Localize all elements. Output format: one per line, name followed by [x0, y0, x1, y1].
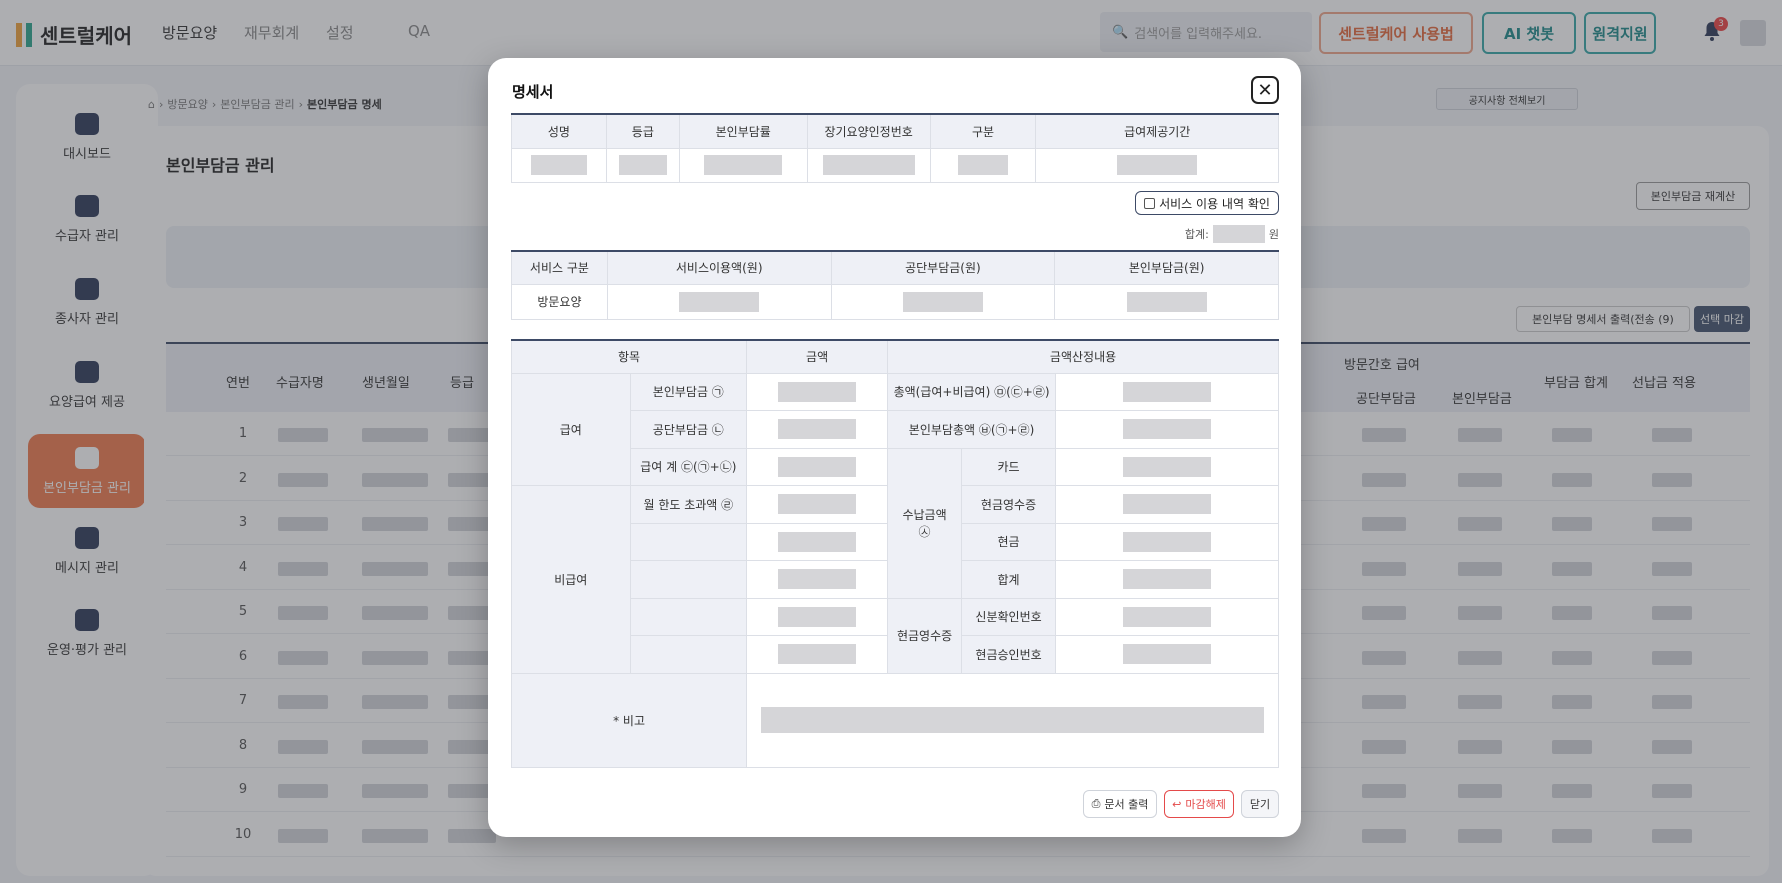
- redacted-value: [902, 291, 983, 312]
- column-header: 구분: [929, 113, 1037, 149]
- redacted-value: [1123, 381, 1211, 402]
- close-icon[interactable]: ✕: [1251, 76, 1279, 104]
- item-label: [629, 522, 748, 561]
- unclose-button[interactable]: ↩ 마감해제: [1164, 790, 1234, 818]
- redacted-value: [778, 644, 857, 665]
- redacted-value: [1126, 291, 1207, 312]
- document-icon: [1144, 197, 1156, 209]
- received-label: 수납금액: [902, 508, 947, 522]
- calc-label: 본인부담총액 ㉥(㉠+㉣): [887, 410, 1057, 449]
- redacted-value: [1123, 494, 1211, 515]
- redacted-value: [1123, 531, 1211, 552]
- item-label: 급여 계 ㉢(㉠+㉡): [629, 447, 748, 486]
- redacted-value: [618, 155, 667, 175]
- redacted-value: [1123, 606, 1211, 627]
- redacted-value: [530, 155, 587, 175]
- column-header: 금액산정내용: [887, 339, 1279, 374]
- redacted-value: [1123, 456, 1211, 477]
- item-label: 월 한도 초과액 ㉣: [629, 485, 748, 524]
- item-label: 공단부담금 ㉡: [629, 410, 748, 449]
- column-header: 등급: [605, 113, 680, 149]
- calc-label: 현금영수증: [961, 485, 1057, 524]
- calc-label: 총액(급여+비급여) ㉤(㉢+㉣): [887, 372, 1057, 411]
- service-history-label: 서비스 이용 내역 확인: [1159, 196, 1270, 211]
- print-document-button[interactable]: ⎙ 문서 출력: [1083, 790, 1157, 818]
- item-label: 본인부담금 ㉠: [629, 372, 748, 411]
- note-value[interactable]: [761, 707, 1265, 733]
- column-header: 서비스이용액(원): [606, 250, 832, 285]
- calc-label: 현금: [961, 522, 1057, 561]
- column-header: 성명: [511, 113, 607, 149]
- redacted-value: [704, 155, 783, 175]
- redacted-value: [778, 494, 857, 515]
- close-button[interactable]: 닫기: [1241, 790, 1279, 818]
- column-header: 본인부담률: [678, 113, 808, 149]
- receipt-group: 현금영수증: [887, 597, 963, 674]
- item-label: [629, 635, 748, 674]
- service-type: 방문요양: [511, 283, 608, 320]
- service-summary-table: 서비스 구분 서비스이용액(원) 공단부담금(원) 본인부담금(원) 방문요양: [511, 250, 1279, 320]
- received-symbol: ㉦: [918, 525, 931, 539]
- redacted-value: [1123, 644, 1211, 665]
- column-header: 장기요양인정번호: [806, 113, 931, 149]
- redacted-value: [778, 569, 857, 590]
- unclose-label: 마감해제: [1185, 798, 1226, 811]
- service-history-button[interactable]: 서비스 이용 내역 확인: [1135, 191, 1279, 215]
- column-header: 금액: [746, 339, 889, 374]
- print-label: 문서 출력: [1104, 798, 1149, 811]
- redacted-value: [778, 381, 857, 402]
- received-amount-group: 수납금액 ㉦: [887, 447, 963, 599]
- calc-label: 현금승인번호: [961, 635, 1057, 674]
- statement-modal: 명세서 ✕ 성명 등급 본인부담률 장기요양인정번호 구분 급여제공기간 서비스…: [488, 58, 1301, 837]
- total-amount: 합계: 원: [1088, 224, 1279, 244]
- redacted-value: [679, 291, 760, 312]
- redacted-value: [778, 419, 857, 440]
- redacted-value: [778, 606, 857, 627]
- item-label: [629, 560, 748, 599]
- total-label: 합계:: [1184, 228, 1209, 241]
- calc-label: 카드: [961, 447, 1057, 486]
- redacted-value: [778, 531, 857, 552]
- total-unit: 원: [1268, 228, 1279, 241]
- redacted-value: [958, 155, 1008, 175]
- note-label: * 비고: [510, 672, 748, 768]
- column-header: 급여제공기간: [1035, 113, 1279, 149]
- redacted-value: [778, 456, 857, 477]
- recipient-info-table: 성명 등급 본인부담률 장기요양인정번호 구분 급여제공기간: [511, 113, 1279, 183]
- modal-title: 명세서: [512, 83, 554, 101]
- calc-label: 신분확인번호: [961, 597, 1057, 636]
- calc-label: 합계: [961, 560, 1057, 599]
- column-header: 항목: [510, 339, 748, 374]
- printer-icon: ⎙: [1091, 797, 1101, 810]
- column-header: 서비스 구분: [511, 250, 608, 285]
- item-label: [629, 597, 748, 636]
- redacted-value: [1117, 155, 1198, 175]
- group-benefit: 급여: [511, 372, 631, 486]
- redacted-value: [822, 155, 915, 175]
- column-header: 본인부담금(원): [1054, 250, 1279, 285]
- undo-icon: ↩: [1172, 797, 1182, 811]
- detail-table: 항목 금액 금액산정내용 급여 본인부담금 ㉠ 총액(급여+비급여) ㉤(㉢+㉣…: [510, 339, 1279, 768]
- group-nonbenefit: 비급여: [511, 485, 631, 674]
- redacted-value: [1123, 569, 1211, 590]
- redacted-value: [1212, 225, 1265, 243]
- redacted-value: [1123, 419, 1211, 440]
- column-header: 공단부담금(원): [830, 250, 1056, 285]
